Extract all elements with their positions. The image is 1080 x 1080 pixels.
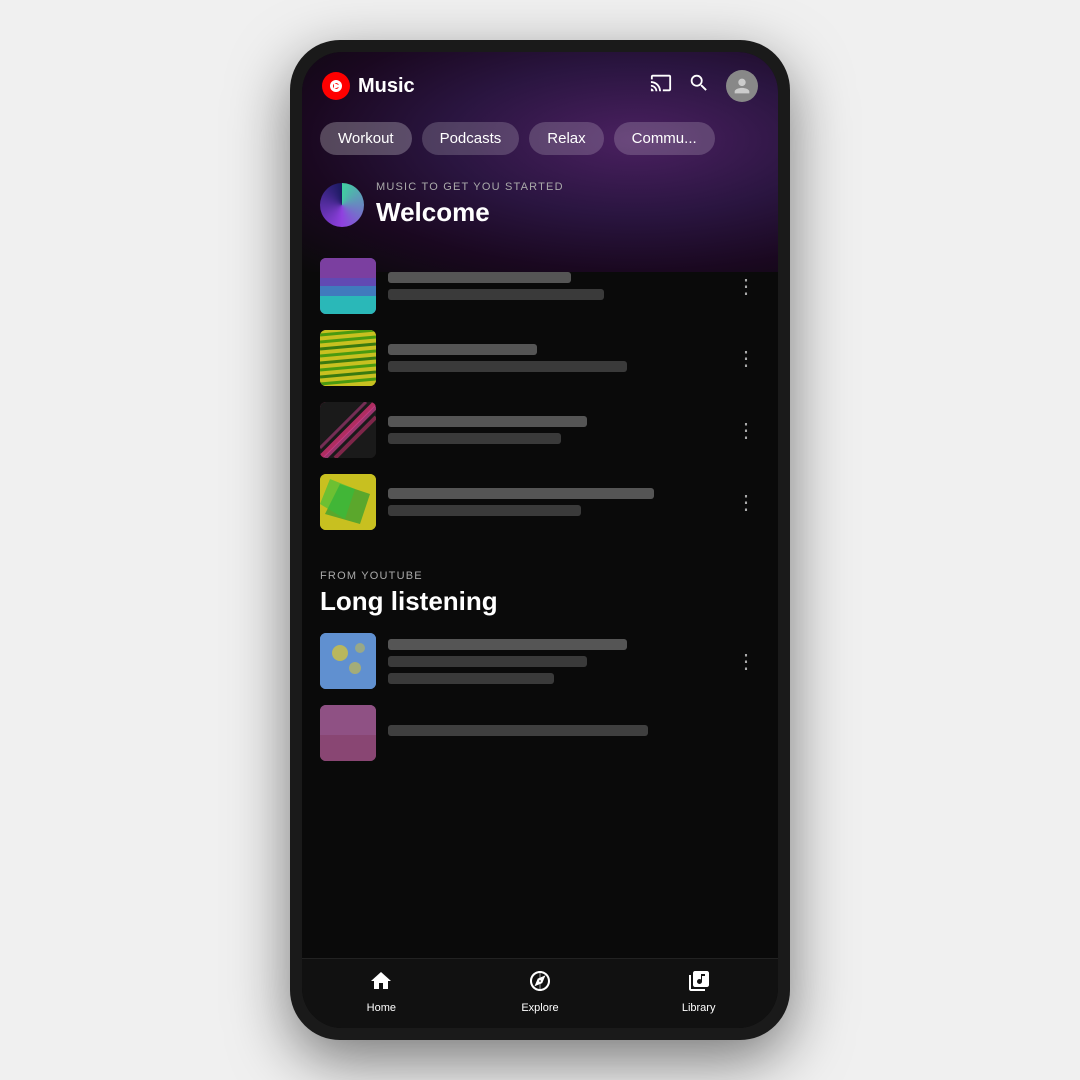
- track-extra-line: [388, 673, 554, 684]
- bottom-navigation: Home Explore Library: [302, 958, 778, 1028]
- track-item[interactable]: ⋮: [320, 322, 760, 394]
- welcome-section-text: MUSIC TO GET YOU STARTED Welcome: [376, 181, 564, 228]
- home-label: Home: [367, 1002, 396, 1014]
- track-info: [388, 725, 760, 742]
- logo-area: Music: [322, 72, 415, 100]
- track-title-line: [388, 488, 654, 499]
- track-title-line: [388, 416, 587, 427]
- track-info: [388, 639, 720, 684]
- track-more-button[interactable]: ⋮: [732, 270, 760, 303]
- app-name: Music: [358, 75, 415, 98]
- welcome-section-title: Welcome: [376, 197, 564, 228]
- track-item[interactable]: ⋮: [320, 394, 760, 466]
- track-subtitle-line: [388, 433, 561, 444]
- long-listening-label: FROM YOUTUBE: [320, 570, 760, 582]
- tab-podcasts[interactable]: Podcasts: [422, 122, 520, 155]
- main-scroll-content[interactable]: MUSIC TO GET YOU STARTED Welcome: [302, 165, 778, 958]
- tab-workout[interactable]: Workout: [320, 122, 412, 155]
- track-subtitle-line: [388, 656, 587, 667]
- track-item[interactable]: ⋮: [320, 250, 760, 322]
- nav-explore[interactable]: Explore: [505, 969, 575, 1014]
- track-info: [388, 488, 720, 516]
- track-info: [388, 272, 720, 300]
- track-more-button[interactable]: ⋮: [732, 414, 760, 447]
- track-title-line: [388, 344, 537, 355]
- welcome-section-label: MUSIC TO GET YOU STARTED: [376, 181, 564, 193]
- track-thumbnail: [320, 633, 376, 689]
- track-thumbnail: [320, 330, 376, 386]
- explore-icon: [528, 969, 552, 999]
- welcome-section: MUSIC TO GET YOU STARTED Welcome: [302, 165, 778, 250]
- track-title-line: [388, 639, 627, 650]
- nav-library[interactable]: Library: [664, 969, 734, 1014]
- track-thumbnail: [320, 474, 376, 530]
- long-listening-section: FROM YOUTUBE Long listening: [302, 554, 778, 625]
- track-info: [388, 344, 720, 372]
- explore-label: Explore: [521, 1002, 558, 1014]
- tab-community[interactable]: Commu...: [614, 122, 715, 155]
- welcome-track-list: ⋮: [302, 250, 778, 538]
- track-item[interactable]: ⋮: [320, 625, 760, 697]
- welcome-section-header: MUSIC TO GET YOU STARTED Welcome: [320, 181, 760, 228]
- track-item[interactable]: [320, 697, 760, 769]
- home-icon: [369, 969, 393, 999]
- long-listening-title: Long listening: [320, 586, 760, 617]
- cast-icon[interactable]: [650, 72, 672, 100]
- account-avatar[interactable]: [726, 70, 758, 102]
- track-subtitle-line: [388, 289, 604, 300]
- app-header: Music: [302, 52, 778, 112]
- yt-music-logo-icon: [322, 72, 350, 100]
- track-more-button[interactable]: ⋮: [732, 486, 760, 519]
- track-more-button[interactable]: ⋮: [732, 342, 760, 375]
- track-thumbnail: [320, 258, 376, 314]
- welcome-section-icon: [320, 183, 364, 227]
- track-thumbnail: [320, 705, 376, 761]
- phone-frame: Music: [290, 40, 790, 1040]
- track-subtitle-line: [388, 361, 627, 372]
- track-item[interactable]: ⋮: [320, 466, 760, 538]
- track-title-line: [388, 272, 571, 283]
- track-subtitle-line: [388, 505, 581, 516]
- header-icons: [650, 70, 758, 102]
- track-info: [388, 416, 720, 444]
- phone-screen: Music: [302, 52, 778, 1028]
- library-icon: [687, 969, 711, 999]
- category-tabs: Workout Podcasts Relax Commu...: [302, 112, 778, 165]
- search-icon[interactable]: [688, 72, 710, 100]
- library-label: Library: [682, 1002, 716, 1014]
- track-title-line: [388, 725, 648, 736]
- tab-relax[interactable]: Relax: [529, 122, 603, 155]
- nav-home[interactable]: Home: [346, 969, 416, 1014]
- track-more-button[interactable]: ⋮: [732, 645, 760, 678]
- track-thumbnail: [320, 402, 376, 458]
- long-listening-track-list: ⋮: [302, 625, 778, 769]
